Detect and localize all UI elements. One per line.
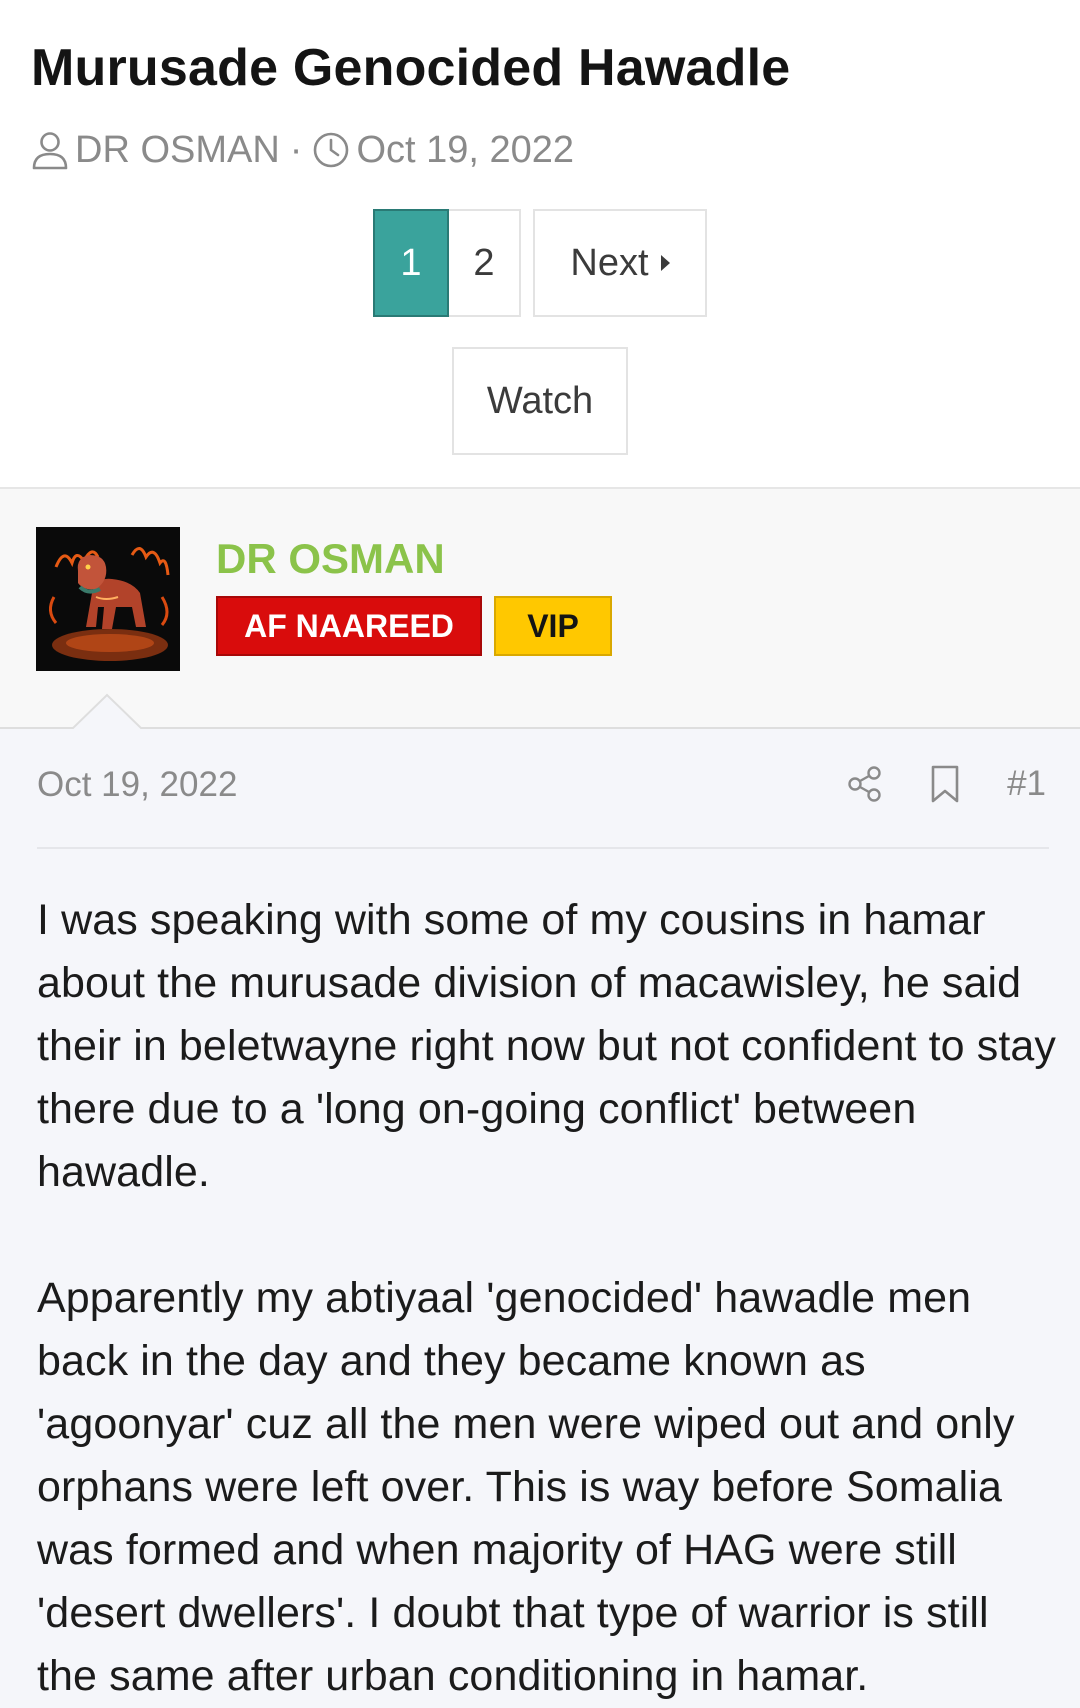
- share-icon[interactable]: [847, 764, 883, 804]
- post-date[interactable]: Oct 19, 2022: [37, 765, 237, 805]
- post-user-block: DR OSMAN AF NAAREED VIP: [0, 487, 1080, 729]
- post-paragraph: I was speaking with some of my cousins i…: [37, 896, 1057, 1196]
- post-body: I was speaking with some of my cousins i…: [37, 889, 1057, 1708]
- next-page-button[interactable]: Next: [533, 209, 707, 317]
- page-1-button[interactable]: 1: [373, 209, 449, 317]
- user-block-pointer: [71, 693, 143, 730]
- caret-right-icon: [660, 255, 670, 271]
- thread-title: Murusade Genocided Hawadle: [31, 39, 791, 97]
- post-paragraph: Apparently my abtiyaal 'genocided' hawad…: [37, 1274, 1015, 1700]
- vip-badge: VIP: [494, 596, 612, 656]
- meta-separator: ·: [289, 128, 303, 171]
- post-number-link[interactable]: #1: [1007, 764, 1046, 804]
- post-divider: [37, 847, 1049, 849]
- next-label: Next: [570, 241, 649, 284]
- bookmark-icon[interactable]: [927, 764, 963, 804]
- avatar[interactable]: [36, 527, 180, 671]
- thread-author-link[interactable]: DR OSMAN: [75, 129, 280, 172]
- pagination: 1 2 Next: [373, 209, 707, 317]
- thread-header: Murusade Genocided Hawadle DR OSMAN · Oc…: [0, 0, 1080, 488]
- user-banner-badge: AF NAAREED: [216, 596, 482, 656]
- post-username[interactable]: DR OSMAN: [216, 535, 445, 583]
- watch-button[interactable]: Watch: [452, 347, 628, 455]
- thread-meta: DR OSMAN · Oct 19, 2022: [31, 126, 574, 174]
- clock-icon: [312, 129, 350, 171]
- page-2-button[interactable]: 2: [449, 209, 521, 317]
- thread-date-link[interactable]: Oct 19, 2022: [356, 129, 574, 172]
- post-actions: #1: [847, 759, 1046, 809]
- post-content: Oct 19, 2022 #1 I was speaking with some…: [0, 729, 1080, 1708]
- user-icon: [31, 129, 69, 171]
